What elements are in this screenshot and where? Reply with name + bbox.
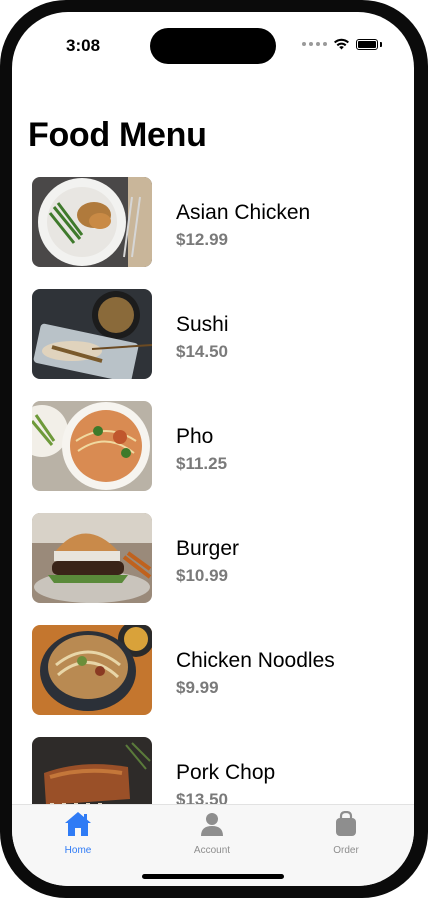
asian-chicken-photo [32, 177, 152, 267]
wifi-icon [334, 38, 349, 50]
cellular-dots-icon [302, 42, 327, 46]
status-time: 3:08 [66, 36, 101, 55]
app-screen: 3:08 Food Menu Asian Chicken $12.99 Sush… [12, 12, 414, 886]
status-icons [302, 38, 382, 50]
tab-account[interactable]: Account [172, 811, 252, 856]
menu-item[interactable]: Pho $11.25 [12, 401, 414, 493]
menu-item[interactable]: Burger $10.99 [12, 513, 414, 605]
menu-item-name: Pho [176, 425, 214, 448]
menu-item-price: $10.99 [176, 566, 228, 585]
device-frame: 3:08 Food Menu Asian Chicken $12.99 Sush… [0, 0, 428, 898]
menu-item-price: $11.25 [176, 454, 228, 473]
menu-item-price: $12.99 [176, 230, 228, 249]
house-icon [65, 812, 91, 836]
menu-item-name: Chicken Noodles [176, 649, 335, 672]
menu-item-name: Pork Chop [176, 761, 276, 784]
tab-home[interactable]: Home [38, 811, 118, 856]
tab-order-label: Order [333, 845, 359, 856]
home-indicator [142, 874, 284, 879]
tab-order[interactable]: Order [306, 810, 386, 856]
menu-item-name: Sushi [176, 313, 229, 336]
menu-item-name: Burger [176, 537, 240, 560]
page-title: Food Menu [28, 116, 207, 154]
menu-item-price: $13.50 [176, 790, 228, 804]
menu-item-price: $14.50 [176, 342, 228, 361]
tab-home-label: Home [64, 845, 92, 856]
person-icon [201, 813, 223, 836]
menu-item[interactable]: Asian Chicken $12.99 [12, 177, 414, 269]
menu-item[interactable]: Pork Chop $13.50 [12, 737, 414, 804]
menu-item[interactable]: Sushi $14.50 [12, 289, 414, 381]
dynamic-island [150, 28, 276, 64]
menu-list[interactable]: Asian Chicken $12.99 Sushi $14.50 Pho $1… [12, 174, 414, 804]
pho-photo [32, 401, 152, 491]
menu-item-name: Asian Chicken [176, 201, 311, 224]
battery-icon [356, 38, 378, 50]
menu-item[interactable]: Chicken Noodles $9.99 [12, 625, 414, 717]
pork-chop-photo [32, 737, 152, 804]
bag-icon [336, 810, 356, 836]
menu-item-price: $9.99 [176, 678, 219, 697]
chicken-noodles-photo [32, 625, 152, 715]
tab-account-label: Account [193, 845, 231, 856]
sushi-photo [32, 289, 152, 379]
burger-photo [32, 513, 152, 603]
